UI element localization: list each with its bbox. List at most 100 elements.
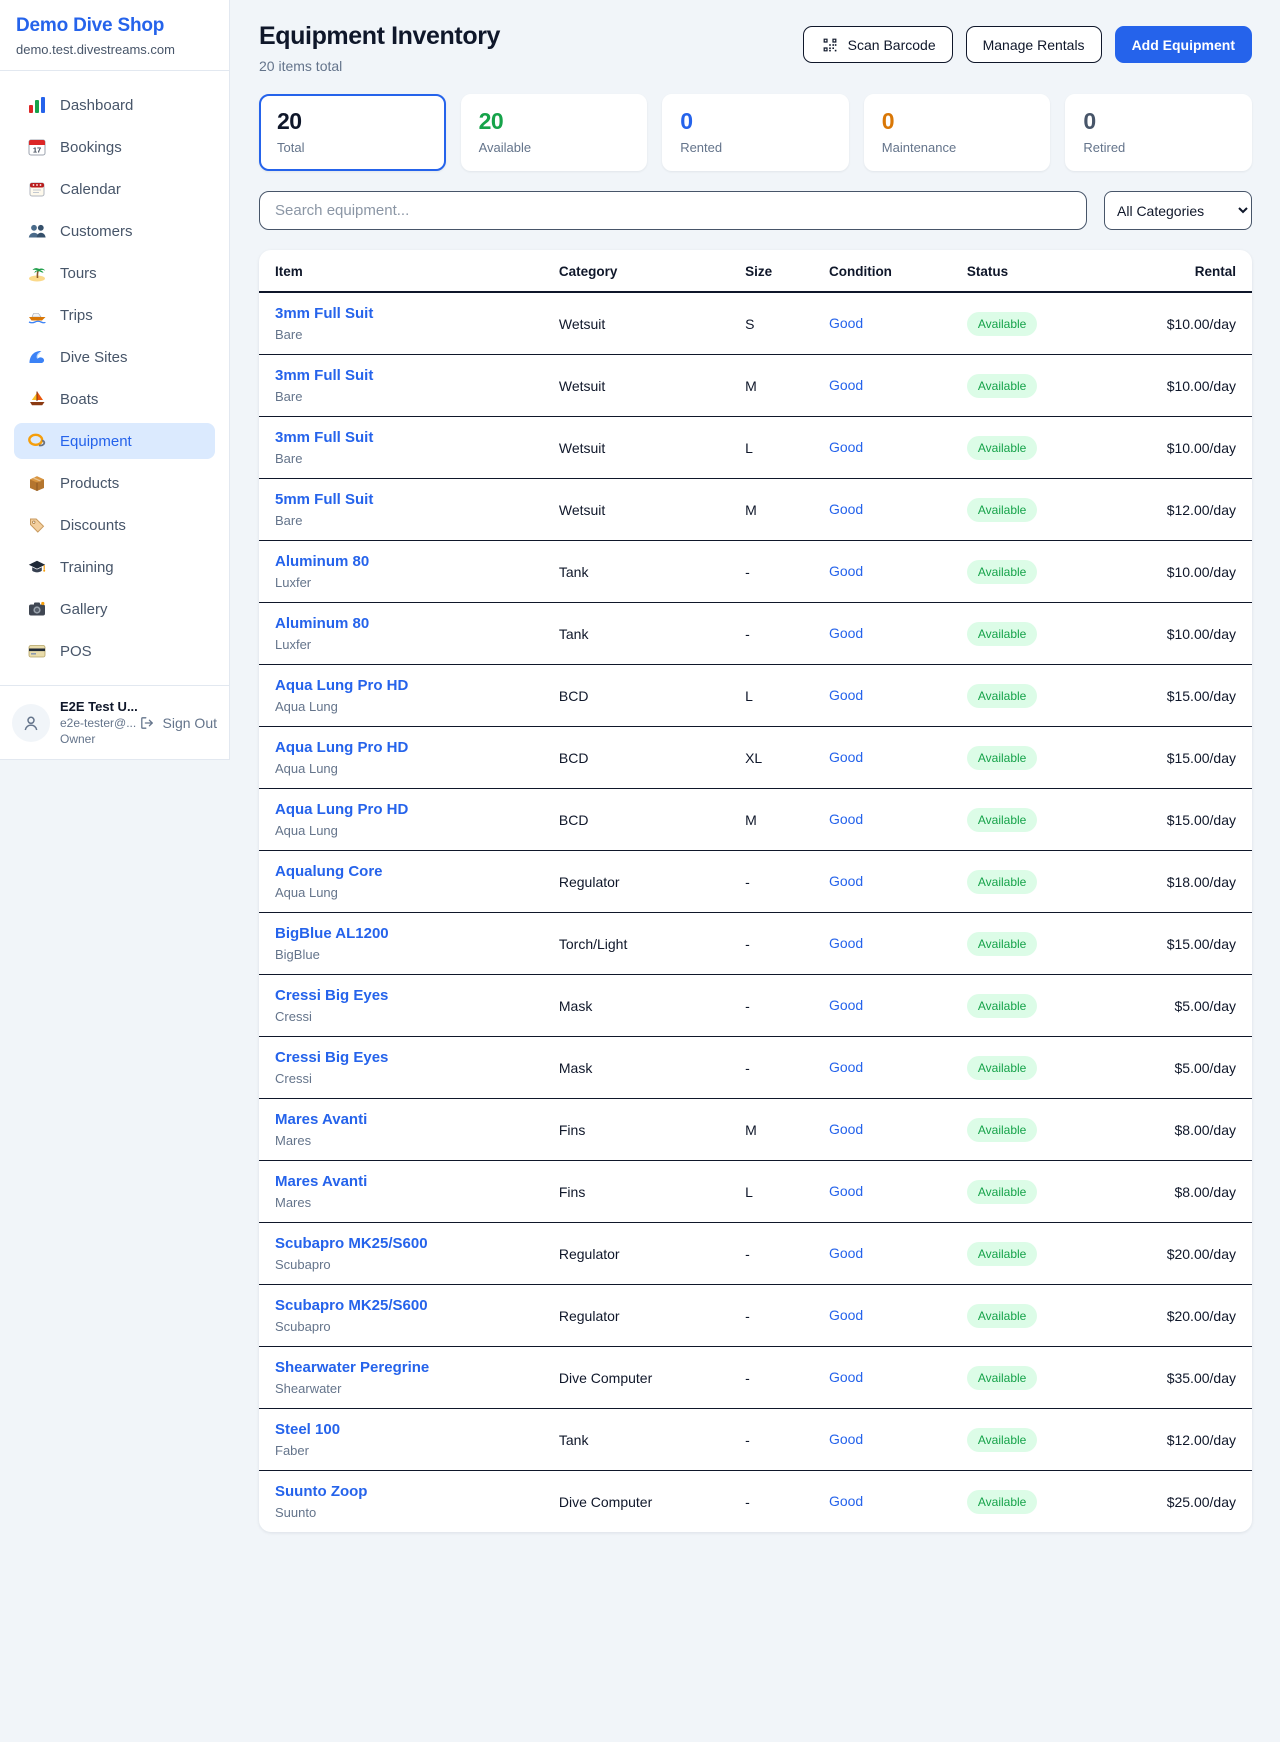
condition-link[interactable]: Good — [829, 625, 863, 641]
rental-cell: $10.00/day — [1123, 541, 1252, 603]
scan-barcode-button[interactable]: Scan Barcode — [803, 26, 953, 63]
sidebar-item-bookings[interactable]: 17 Bookings — [14, 129, 215, 165]
stat-card-retired[interactable]: 0 Retired — [1065, 94, 1252, 171]
sign-out-button[interactable]: Sign Out — [137, 713, 217, 733]
equipment-table: Item Category Size Condition Status Rent… — [259, 250, 1252, 1532]
rental-cell: $25.00/day — [1123, 1471, 1252, 1533]
table-row: Aqualung Core Aqua Lung Regulator - Good… — [259, 851, 1252, 913]
condition-link[interactable]: Good — [829, 1493, 863, 1509]
item-link[interactable]: Cressi Big Eyes — [275, 1049, 527, 1066]
sidebar-item-training[interactable]: Training — [14, 549, 215, 585]
status-badge: Available — [967, 622, 1037, 646]
sidebar-item-equipment[interactable]: Equipment — [14, 423, 215, 459]
size-cell: - — [729, 1409, 813, 1471]
sidebar-item-calendar[interactable]: Calendar — [14, 171, 215, 207]
condition-link[interactable]: Good — [829, 1121, 863, 1137]
condition-link[interactable]: Good — [829, 563, 863, 579]
condition-link[interactable]: Good — [829, 315, 863, 331]
size-cell: L — [729, 417, 813, 479]
item-link[interactable]: 3mm Full Suit — [275, 305, 527, 322]
item-link[interactable]: Aluminum 80 — [275, 615, 527, 632]
brand-domain: demo.test.divestreams.com — [16, 42, 213, 57]
item-link[interactable]: Mares Avanti — [275, 1173, 527, 1190]
category-select[interactable]: All Categories — [1104, 191, 1252, 230]
item-link[interactable]: Aqualung Core — [275, 863, 527, 880]
table-row: Scubapro MK25/S600 Scubapro Regulator - … — [259, 1223, 1252, 1285]
item-link[interactable]: Aluminum 80 — [275, 553, 527, 570]
item-link[interactable]: Shearwater Peregrine — [275, 1359, 527, 1376]
category-cell: Dive Computer — [543, 1347, 729, 1409]
condition-link[interactable]: Good — [829, 749, 863, 765]
condition-link[interactable]: Good — [829, 1183, 863, 1199]
table-row: 3mm Full Suit Bare Wetsuit M Good Availa… — [259, 355, 1252, 417]
item-link[interactable]: 5mm Full Suit — [275, 491, 527, 508]
customers-icon — [27, 221, 47, 241]
stat-card-available[interactable]: 20 Available — [461, 94, 648, 171]
category-cell: Wetsuit — [543, 479, 729, 541]
col-condition: Condition — [813, 250, 951, 292]
search-input[interactable] — [259, 191, 1087, 230]
condition-link[interactable]: Good — [829, 935, 863, 951]
condition-link[interactable]: Good — [829, 1059, 863, 1075]
condition-link[interactable]: Good — [829, 997, 863, 1013]
item-link[interactable]: BigBlue AL1200 — [275, 925, 527, 942]
add-equipment-button[interactable]: Add Equipment — [1115, 26, 1252, 63]
stat-label: Available — [479, 140, 630, 155]
manage-rentals-button[interactable]: Manage Rentals — [966, 26, 1102, 63]
sidebar-item-discounts[interactable]: Discounts — [14, 507, 215, 543]
condition-link[interactable]: Good — [829, 377, 863, 393]
brand-name[interactable]: Demo Dive Shop — [16, 15, 213, 37]
item-brand: Cressi — [275, 1009, 527, 1024]
condition-link[interactable]: Good — [829, 811, 863, 827]
category-cell: Regulator — [543, 1285, 729, 1347]
stat-card-maintenance[interactable]: 0 Maintenance — [864, 94, 1051, 171]
condition-link[interactable]: Good — [829, 1369, 863, 1385]
sidebar: Demo Dive Shop demo.test.divestreams.com… — [0, 0, 230, 760]
condition-link[interactable]: Good — [829, 439, 863, 455]
stat-label: Maintenance — [882, 140, 1033, 155]
item-link[interactable]: Mares Avanti — [275, 1111, 527, 1128]
rental-cell: $12.00/day — [1123, 479, 1252, 541]
item-link[interactable]: Cressi Big Eyes — [275, 987, 527, 1004]
item-link[interactable]: 3mm Full Suit — [275, 367, 527, 384]
sidebar-item-trips[interactable]: Trips — [14, 297, 215, 333]
sidebar-item-tours[interactable]: Tours — [14, 255, 215, 291]
sidebar-item-dive-sites[interactable]: Dive Sites — [14, 339, 215, 375]
item-link[interactable]: Aqua Lung Pro HD — [275, 677, 527, 694]
item-link[interactable]: Aqua Lung Pro HD — [275, 801, 527, 818]
sidebar-item-dashboard[interactable]: Dashboard — [14, 87, 215, 123]
sidebar-item-products[interactable]: Products — [14, 465, 215, 501]
sidebar-item-boats[interactable]: Boats — [14, 381, 215, 417]
item-link[interactable]: Scubapro MK25/S600 — [275, 1297, 527, 1314]
item-link[interactable]: Suunto Zoop — [275, 1483, 527, 1500]
item-brand: Aqua Lung — [275, 823, 527, 838]
rental-cell: $10.00/day — [1123, 292, 1252, 355]
item-link[interactable]: 3mm Full Suit — [275, 429, 527, 446]
stat-card-rented[interactable]: 0 Rented — [662, 94, 849, 171]
col-rental: Rental — [1123, 250, 1252, 292]
condition-link[interactable]: Good — [829, 1307, 863, 1323]
item-link[interactable]: Steel 100 — [275, 1421, 527, 1438]
table-row: Cressi Big Eyes Cressi Mask - Good Avail… — [259, 975, 1252, 1037]
item-brand: Scubapro — [275, 1319, 527, 1334]
condition-link[interactable]: Good — [829, 1245, 863, 1261]
sidebar-item-customers[interactable]: Customers — [14, 213, 215, 249]
category-cell: Fins — [543, 1161, 729, 1223]
size-cell: - — [729, 1471, 813, 1533]
status-badge: Available — [967, 312, 1037, 336]
condition-link[interactable]: Good — [829, 501, 863, 517]
col-category: Category — [543, 250, 729, 292]
item-brand: Mares — [275, 1133, 527, 1148]
item-link[interactable]: Scubapro MK25/S600 — [275, 1235, 527, 1252]
category-cell: Regulator — [543, 1223, 729, 1285]
item-link[interactable]: Aqua Lung Pro HD — [275, 739, 527, 756]
sidebar-item-pos[interactable]: POS — [14, 633, 215, 669]
stat-card-total[interactable]: 20 Total — [259, 94, 446, 171]
item-brand: Aqua Lung — [275, 885, 527, 900]
condition-link[interactable]: Good — [829, 873, 863, 889]
rental-cell: $10.00/day — [1123, 417, 1252, 479]
bookings-icon: 17 — [27, 137, 47, 157]
condition-link[interactable]: Good — [829, 687, 863, 703]
condition-link[interactable]: Good — [829, 1431, 863, 1447]
sidebar-item-gallery[interactable]: Gallery — [14, 591, 215, 627]
